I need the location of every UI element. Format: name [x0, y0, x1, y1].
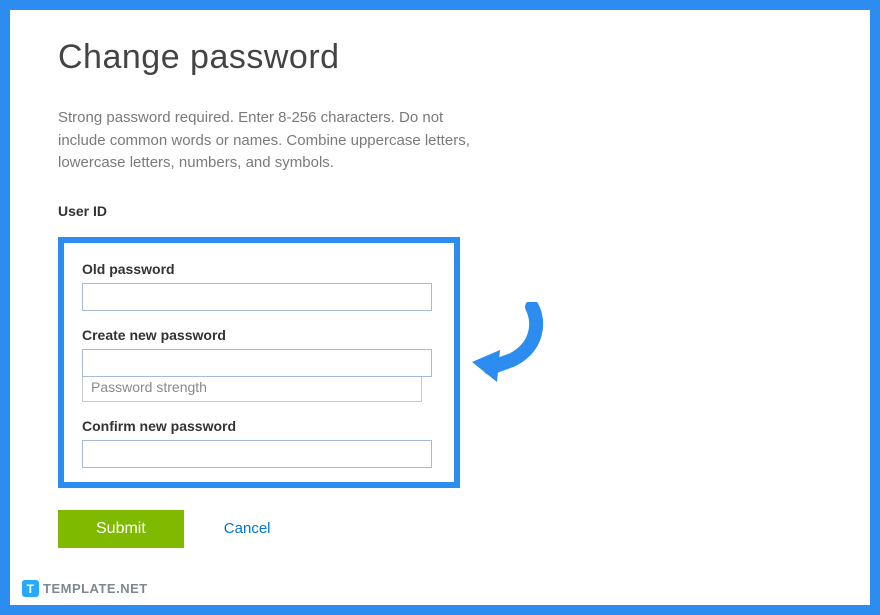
password-instruction-text: Strong password required. Enter 8-256 ch… [58, 107, 488, 175]
old-password-group: Old password [82, 261, 436, 311]
new-password-input[interactable] [82, 349, 432, 377]
callout-arrow-icon [462, 302, 552, 392]
submit-button[interactable]: Submit [58, 510, 184, 548]
watermark-badge-icon: T [22, 580, 39, 597]
password-fields-highlight: Old password Create new password Passwor… [58, 237, 460, 488]
button-row: Submit Cancel [58, 510, 822, 548]
cancel-link[interactable]: Cancel [224, 520, 271, 537]
password-strength-indicator: Password strength [82, 376, 422, 402]
confirm-password-group: Confirm new password [82, 418, 436, 468]
new-password-label: Create new password [82, 327, 436, 343]
userid-label: User ID [58, 203, 822, 219]
app-frame: Change password Strong password required… [0, 0, 880, 615]
old-password-input[interactable] [82, 283, 432, 311]
confirm-password-input[interactable] [82, 440, 432, 468]
new-password-group: Create new password Password strength [82, 327, 436, 402]
page-content: Change password Strong password required… [10, 10, 870, 548]
watermark: T TEMPLATE.NET [22, 580, 148, 597]
page-title: Change password [58, 38, 822, 77]
old-password-label: Old password [82, 261, 436, 277]
watermark-text: TEMPLATE.NET [43, 581, 148, 596]
confirm-password-label: Confirm new password [82, 418, 436, 434]
